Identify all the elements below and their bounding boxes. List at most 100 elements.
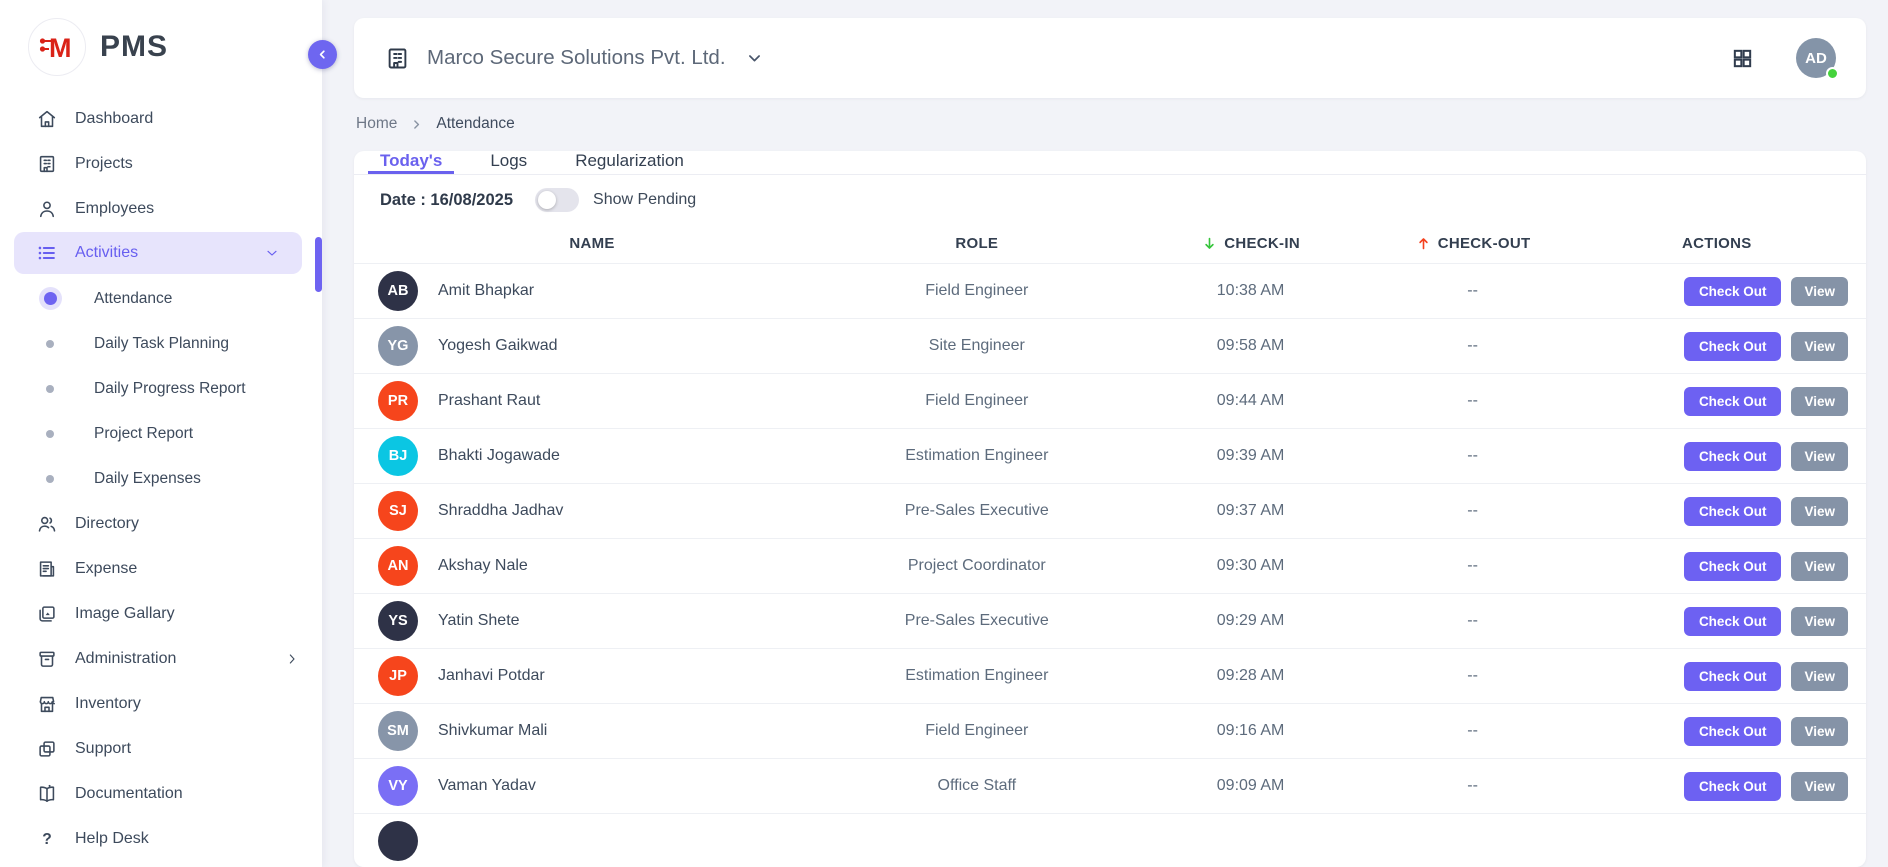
check-in-time: 09:30 AM [1140,557,1362,575]
check-out-button[interactable]: Check Out [1684,497,1782,526]
view-button[interactable]: View [1791,497,1848,526]
sidebar-item-label: Image Gallary [75,605,175,623]
receipt-icon [36,558,58,580]
sidebar-subitem-project-report[interactable]: Project Report [0,411,322,456]
name-cell: SJ Shraddha Jadhav [370,491,814,531]
sidebar-item-label: Activities [75,244,138,262]
sidebar-collapse-button[interactable] [308,40,337,69]
view-button[interactable]: View [1791,662,1848,691]
sidebar-item-label: Documentation [75,785,183,803]
check-out-button[interactable]: Check Out [1684,552,1782,581]
check-in-time: 09:44 AM [1140,392,1362,410]
sidebar-item-label: Employees [75,200,154,218]
chevron-left-icon [316,48,329,61]
show-pending-label: Show Pending [593,191,696,209]
sidebar-item-projects[interactable]: Projects [0,141,322,186]
store-icon [36,693,58,715]
breadcrumb-current: Attendance [436,115,514,133]
avatar-initials: AD [1805,50,1827,67]
employee-name: Yogesh Gaikwad [438,337,558,355]
sidebar-item-directory[interactable]: Directory [0,501,322,546]
sidebar-subitem-daily-task-planning[interactable]: Daily Task Planning [0,321,322,366]
sidebar-item-administration[interactable]: Administration [0,636,322,681]
view-button[interactable]: View [1791,607,1848,636]
check-out-button[interactable]: Check Out [1684,277,1782,306]
check-out-button[interactable]: Check Out [1684,387,1782,416]
column-header-check-out[interactable]: CHECK-OUT [1362,235,1584,252]
sidebar-item-documentation[interactable]: Documentation [0,771,322,816]
name-cell: PR Prashant Raut [370,381,814,421]
view-button[interactable]: View [1791,552,1848,581]
sidebar-item-employees[interactable]: Employees [0,186,322,231]
tab-regularization[interactable]: Regularization [563,151,696,174]
view-button[interactable]: View [1791,277,1848,306]
sidebar-item-label: Expense [75,560,137,578]
column-label: NAME [569,235,614,252]
archive-icon [36,648,58,670]
chevron-right-icon [410,118,423,131]
sidebar-item-activities[interactable]: Activities [14,232,302,274]
sidebar-item-expense[interactable]: Expense [0,546,322,591]
column-header-name: NAME [370,235,814,252]
employee-name: Vaman Yadav [438,777,536,795]
sidebar-item-label: Directory [75,515,139,533]
svg-text:M: M [49,33,72,63]
check-out-button[interactable]: Check Out [1684,442,1782,471]
check-out-button[interactable]: Check Out [1684,662,1782,691]
sidebar-subitem-label: Daily Progress Report [94,380,246,398]
column-header-actions: ACTIONS [1584,235,1850,252]
home-icon [36,108,58,130]
check-out-value: -- [1362,777,1584,795]
sidebar-item-inventory[interactable]: Inventory [0,681,322,726]
employee-role: Office Staff [814,777,1140,795]
tab-logs[interactable]: Logs [478,151,539,174]
company-name: Marco Secure Solutions Pvt. Ltd. [427,46,726,70]
sidebar-item-help-desk[interactable]: ?Help Desk [0,816,322,861]
bullet-icon [42,471,58,487]
filter-row: Date : 16/08/2025 Show Pending [354,175,1866,221]
name-cell: VY Vaman Yadav [370,766,814,806]
show-pending-toggle[interactable] [535,188,579,212]
row-avatar: YS [378,601,418,641]
check-out-button[interactable]: Check Out [1684,607,1782,636]
view-button[interactable]: View [1791,772,1848,801]
user-avatar[interactable]: AD [1796,38,1836,78]
employee-name: Janhavi Potdar [438,667,545,685]
sidebar-item-support[interactable]: Support [0,726,322,771]
actions-cell: Check Out View [1584,772,1850,801]
employee-name: Amit Bhapkar [438,282,534,300]
sidebar-item-label: Support [75,740,131,758]
breadcrumb-home[interactable]: Home [356,115,397,133]
check-in-time: 09:29 AM [1140,612,1362,630]
employee-role: Site Engineer [814,337,1140,355]
column-header-check-in[interactable]: CHECK-IN [1140,235,1362,252]
sidebar-subitem-attendance[interactable]: Attendance [0,276,322,321]
sidebar-subitem-label: Daily Expenses [94,470,201,488]
check-out-button[interactable]: Check Out [1684,332,1782,361]
actions-cell: Check Out View [1584,277,1850,306]
apps-grid-button[interactable] [1731,47,1754,70]
sidebar-subitem-label: Daily Task Planning [94,335,229,353]
sidebar-item-image-gallary[interactable]: Image Gallary [0,591,322,636]
company-selector[interactable]: Marco Secure Solutions Pvt. Ltd. [384,45,763,72]
check-out-value: -- [1362,447,1584,465]
view-button[interactable]: View [1791,442,1848,471]
actions-cell: Check Out View [1584,387,1850,416]
row-avatar: BJ [378,436,418,476]
actions-cell: Check Out View [1584,607,1850,636]
row-avatar: SJ [378,491,418,531]
sidebar-subitem-daily-progress-report[interactable]: Daily Progress Report [0,366,322,411]
view-button[interactable]: View [1791,717,1848,746]
view-button[interactable]: View [1791,387,1848,416]
online-status-dot [1826,67,1839,80]
tab-today-s[interactable]: Today's [368,151,454,174]
check-in-time: 09:37 AM [1140,502,1362,520]
check-out-button[interactable]: Check Out [1684,717,1782,746]
check-out-button[interactable]: Check Out [1684,772,1782,801]
view-button[interactable]: View [1791,332,1848,361]
column-header-role: ROLE [814,235,1140,252]
sidebar-subitem-daily-expenses[interactable]: Daily Expenses [0,456,322,501]
check-in-time: 10:38 AM [1140,282,1362,300]
check-out-value: -- [1362,557,1584,575]
sidebar-item-dashboard[interactable]: Dashboard [0,96,322,141]
